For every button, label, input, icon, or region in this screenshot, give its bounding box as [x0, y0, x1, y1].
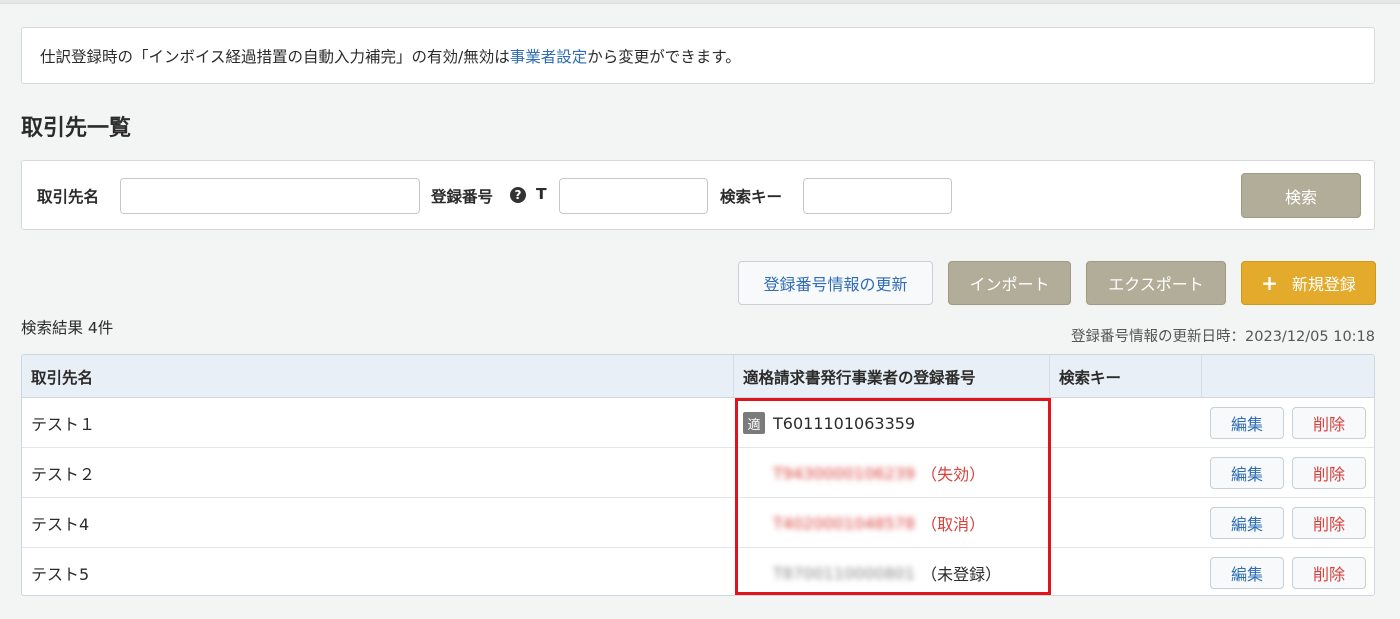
- notice-suffix: から変更ができます。: [587, 47, 741, 66]
- reg-number: T8700110000801: [773, 563, 916, 583]
- col-header-reg-number: 適格請求書発行事業者の登録番号: [734, 355, 1050, 398]
- col-header-search-key: 検索キー: [1050, 355, 1202, 398]
- reg-number: T4020001048578: [773, 513, 916, 533]
- reg-number-cell: T8700110000801 （未登録）: [734, 548, 1050, 595]
- reg-number-cell: 適 T6011101063359: [734, 398, 1050, 448]
- partner-name: テスト２: [31, 465, 96, 484]
- search-key-cell: [1050, 548, 1202, 595]
- search-key-cell: [1050, 398, 1202, 448]
- search-key-cell: [1050, 448, 1202, 498]
- reg-number-input[interactable]: [559, 178, 708, 214]
- delete-button[interactable]: 削除: [1292, 457, 1366, 489]
- qualified-badge: 適: [743, 412, 765, 434]
- page-title: 取引先一覧: [21, 116, 132, 141]
- partner-name: テスト4: [31, 515, 90, 534]
- partner-name: テスト１: [31, 415, 96, 434]
- invoice-notice: 仕訳登録時の「インボイス経過措置の自動入力補完」の有効/無効は 事業者設定 から変更…: [21, 27, 1375, 84]
- reg-number-cell: T9430000106239 （失効）: [734, 448, 1050, 498]
- new-registration-label: 新規登録: [1291, 275, 1356, 294]
- reg-number: T6011101063359: [773, 413, 916, 433]
- table-header: 取引先名 適格請求書発行事業者の登録番号 検索キー: [22, 355, 1374, 398]
- delete-button[interactable]: 削除: [1292, 507, 1366, 539]
- partner-table: 取引先名 適格請求書発行事業者の登録番号 検索キー テスト１ 適 T6011101…: [21, 354, 1375, 596]
- notice-prefix: 仕訳登録時の「インボイス経過措置の自動入力補完」の有効/無効は: [40, 47, 510, 66]
- reg-prefix-label: T: [536, 185, 547, 203]
- search-key-cell: [1050, 498, 1202, 548]
- reg-status: （未登録）: [921, 565, 1002, 584]
- search-form: 取引先名 登録番号 ? T 検索キー 検索: [21, 160, 1375, 230]
- update-reg-info-button[interactable]: 登録番号情報の更新: [738, 261, 933, 305]
- reg-number: T9430000106239: [773, 463, 916, 483]
- search-key-input[interactable]: [803, 178, 952, 214]
- table-row: テスト１ 適 T6011101063359 編集 削除: [22, 398, 1374, 448]
- reg-number-cell: T4020001048578 （取消）: [734, 498, 1050, 548]
- delete-button[interactable]: 削除: [1292, 557, 1366, 589]
- col-header-actions: [1202, 355, 1374, 398]
- search-key-label: 検索キー: [720, 188, 783, 206]
- delete-button[interactable]: 削除: [1292, 407, 1366, 439]
- search-button[interactable]: 検索: [1241, 173, 1361, 218]
- partner-name-label: 取引先名: [37, 188, 100, 206]
- reg-update-timestamp: 登録番号情報の更新日時：2023/12/05 10:18: [1071, 329, 1375, 345]
- business-settings-link[interactable]: 事業者設定: [510, 45, 588, 67]
- table-row: テスト２ T9430000106239 （失効） 編集 削除: [22, 448, 1374, 498]
- edit-button[interactable]: 編集: [1210, 407, 1284, 439]
- partner-name-input[interactable]: [120, 178, 420, 214]
- plus-icon: +: [1261, 271, 1278, 295]
- table-row: テスト4 T4020001048578 （取消） 編集 削除: [22, 498, 1374, 548]
- import-button[interactable]: インポート: [948, 261, 1071, 305]
- help-icon[interactable]: ?: [510, 187, 526, 203]
- edit-button[interactable]: 編集: [1210, 507, 1284, 539]
- table-row: テスト5 T8700110000801 （未登録） 編集 削除: [22, 548, 1374, 595]
- top-border: [0, 0, 1400, 4]
- reg-number-label: 登録番号: [431, 188, 494, 206]
- new-registration-button[interactable]: + 新規登録: [1241, 261, 1376, 305]
- partner-name: テスト5: [31, 565, 90, 584]
- edit-button[interactable]: 編集: [1210, 457, 1284, 489]
- reg-status: （取消）: [921, 515, 986, 534]
- export-button[interactable]: エクスポート: [1086, 261, 1226, 305]
- col-header-name: 取引先名: [22, 355, 734, 398]
- result-count: 検索結果 4件: [21, 319, 114, 337]
- edit-button[interactable]: 編集: [1210, 557, 1284, 589]
- reg-status: （失効）: [921, 465, 986, 484]
